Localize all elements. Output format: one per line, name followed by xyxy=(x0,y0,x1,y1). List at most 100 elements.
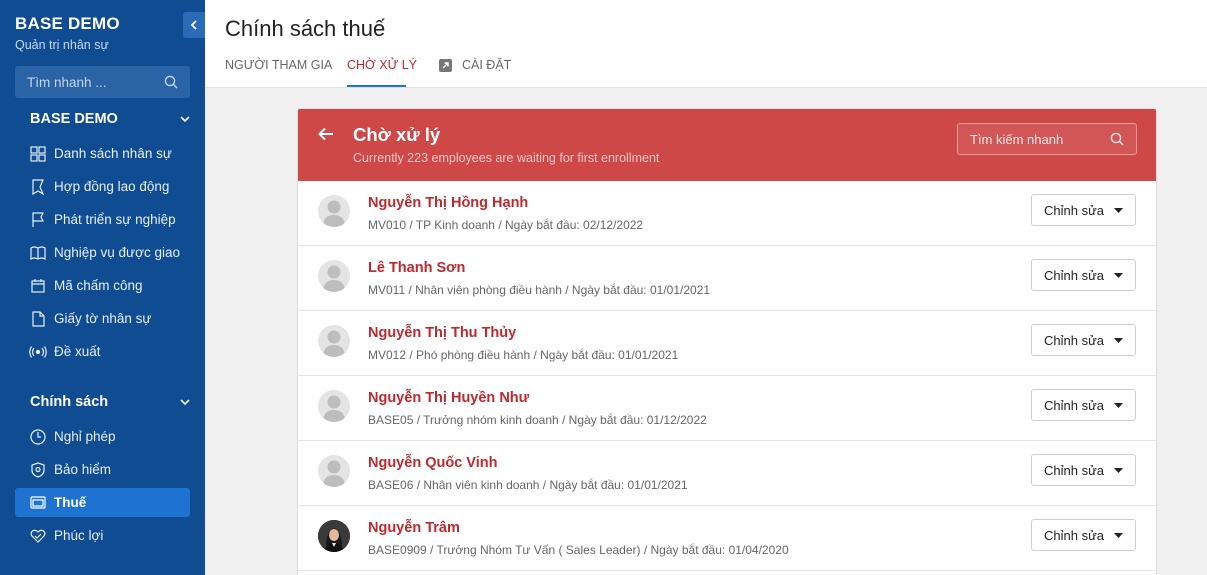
sidebar-item-label: Đề xuất xyxy=(54,344,101,359)
external-link-icon xyxy=(439,58,452,72)
collapse-sidebar-button[interactable] xyxy=(183,12,205,38)
page-header: Chính sách thuế NGƯỜI THAM GIA CHỜ XỬ LÝ… xyxy=(205,0,1207,88)
avatar xyxy=(318,325,350,357)
sidebar-item-career[interactable]: Phát triển sự nghiệp xyxy=(15,205,190,234)
sidebar-item-contracts[interactable]: Hợp đồng lao động xyxy=(15,172,190,201)
edit-dropdown-button[interactable]: Chỉnh sửa xyxy=(1031,389,1136,421)
tab-settings[interactable]: CÀI ĐẶT xyxy=(439,57,511,73)
sidebar-item-label: Thuế xyxy=(54,495,87,510)
sidebar-item-documents[interactable]: Giấy tờ nhân sự xyxy=(15,304,190,333)
edit-dropdown-button[interactable]: Chỉnh sửa xyxy=(1031,519,1136,551)
search-icon[interactable] xyxy=(164,75,178,89)
employee-name[interactable]: Nguyễn Quốc Vinh xyxy=(368,455,497,471)
employee-meta: BASE05 / Trưởng nhóm kinh doanh / Ngày b… xyxy=(368,413,707,427)
employee-name[interactable]: Nguyễn Trâm xyxy=(368,520,460,536)
calendar-icon xyxy=(29,277,47,295)
sidebar-item-assigned-tasks[interactable]: Nghiệp vụ được giao xyxy=(15,238,190,267)
employee-row: Nguyễn Quốc Vinh BASE06 / Nhân viên kinh… xyxy=(298,441,1156,506)
pending-search-input[interactable] xyxy=(970,131,1100,147)
sidebar-item-timekeeping-code[interactable]: Mã chấm công xyxy=(15,271,190,300)
employee-row: Lê Thanh Sơn MV011 / Nhân viên phòng điề… xyxy=(298,246,1156,311)
sidebar-item-insurance[interactable]: Bảo hiểm xyxy=(15,455,190,484)
avatar xyxy=(318,390,350,422)
sidebar-item-benefits[interactable]: Phúc lợi xyxy=(15,521,190,550)
pending-title: Chờ xử lý xyxy=(353,124,441,145)
section-policies[interactable]: Chính sách xyxy=(30,394,190,410)
employee-row: Nguyễn Thị Thu Thủy MV012 / Phó phòng đi… xyxy=(298,311,1156,376)
employee-row: Nguyễn Thị Huyền Như BASE05 / Trưởng nhó… xyxy=(298,376,1156,441)
flag-icon xyxy=(29,211,47,229)
bookmark-icon xyxy=(29,178,47,196)
tab-pending[interactable]: CHỜ XỬ LÝ xyxy=(347,57,417,73)
avatar xyxy=(318,455,350,487)
chevron-left-icon xyxy=(190,20,197,30)
employee-row: Nguyễn Thị Hồng Hạnh MV010 / TP Kinh doa… xyxy=(298,181,1156,246)
broadcast-icon xyxy=(29,343,47,361)
back-arrow-icon[interactable] xyxy=(318,127,334,141)
page-title: Chính sách thuế xyxy=(225,16,386,41)
section-base-demo[interactable]: BASE DEMO xyxy=(30,111,190,127)
employee-name[interactable]: Nguyễn Thị Thu Thủy xyxy=(368,325,516,341)
shield-icon xyxy=(29,461,47,479)
employee-row: Nguyễn Trâm BASE0909 / Trưởng Nhóm Tư Vấ… xyxy=(298,506,1156,571)
caret-down-icon xyxy=(1114,532,1124,538)
sidebar-item-label: Phát triển sự nghiệp xyxy=(54,212,176,227)
avatar xyxy=(318,520,350,552)
chevron-down-icon xyxy=(180,398,190,406)
search-icon[interactable] xyxy=(1110,132,1124,146)
sidebar-item-proposals[interactable]: Đề xuất xyxy=(15,337,190,366)
employee-name[interactable]: Nguyễn Thị Huyền Như xyxy=(368,390,529,406)
pending-search xyxy=(957,123,1137,155)
employee-meta: MV011 / Nhân viên phòng điều hành / Ngày… xyxy=(368,283,711,297)
tab-participants[interactable]: NGƯỜI THAM GIA xyxy=(225,57,332,73)
employee-name[interactable]: Nguyễn Thị Hồng Hạnh xyxy=(368,195,528,211)
sidebar-item-label: Giấy tờ nhân sự xyxy=(54,311,152,326)
edit-dropdown-button[interactable]: Chỉnh sửa xyxy=(1031,194,1136,226)
edit-label: Chỉnh sửa xyxy=(1044,397,1105,413)
sidebar: BASE DEMO Quản trị nhân sự BASE DEMO Dan… xyxy=(0,0,205,575)
avatar xyxy=(318,195,350,227)
edit-dropdown-button[interactable]: Chỉnh sửa xyxy=(1031,324,1136,356)
heart-icon xyxy=(29,527,47,545)
edit-dropdown-button[interactable]: Chỉnh sửa xyxy=(1031,259,1136,291)
sidebar-item-leave[interactable]: Nghỉ phép xyxy=(15,422,190,451)
caret-down-icon xyxy=(1114,467,1124,473)
employee-meta: BASE0909 / Trưởng Nhóm Tư Vấn ( Sales Le… xyxy=(368,543,789,557)
edit-label: Chỉnh sửa xyxy=(1044,332,1105,348)
tab-label: CÀI ĐẶT xyxy=(462,58,512,72)
brand-subtitle: Quản trị nhân sự xyxy=(15,38,109,52)
sidebar-item-label: Bảo hiểm xyxy=(54,462,112,477)
sidebar-item-label: Phúc lợi xyxy=(54,528,104,543)
pending-card-header: Chờ xử lý Currently 223 employees are wa… xyxy=(298,109,1156,181)
brand-title: BASE DEMO xyxy=(15,14,120,33)
sidebar-item-employee-list[interactable]: Danh sách nhân sự xyxy=(15,139,190,168)
sidebar-item-label: Nghỉ phép xyxy=(54,429,116,444)
edit-label: Chỉnh sửa xyxy=(1044,267,1105,283)
sidebar-item-label: Danh sách nhân sự xyxy=(54,146,172,161)
employee-meta: MV012 / Phó phòng điều hành / Ngày bắt đ… xyxy=(368,348,679,362)
active-tab-indicator xyxy=(347,85,406,87)
sidebar-search xyxy=(15,66,190,98)
pending-card: Chờ xử lý Currently 223 employees are wa… xyxy=(297,108,1157,575)
brand: BASE DEMO Quản trị nhân sự xyxy=(15,14,120,52)
chevron-down-icon xyxy=(180,115,190,123)
document-icon xyxy=(29,310,47,328)
employee-meta: BASE06 / Nhân viên kinh doanh / Ngày bắt… xyxy=(368,478,688,492)
sidebar-search-input[interactable] xyxy=(27,74,157,90)
edit-dropdown-button[interactable]: Chỉnh sửa xyxy=(1031,454,1136,486)
section-title: BASE DEMO xyxy=(30,111,118,127)
sidebar-item-label: Mã chấm công xyxy=(54,278,143,293)
clock-icon xyxy=(29,428,47,446)
employee-name[interactable]: Lê Thanh Sơn xyxy=(368,260,465,276)
caret-down-icon xyxy=(1114,207,1124,213)
sidebar-item-label: Hợp đồng lao động xyxy=(54,179,170,194)
pending-subtitle: Currently 223 employees are waiting for … xyxy=(353,151,660,165)
caret-down-icon xyxy=(1114,272,1124,278)
tab-label: CHỜ XỬ LÝ xyxy=(347,58,418,72)
sidebar-item-tax[interactable]: Thuế xyxy=(15,488,190,517)
edit-label: Chỉnh sửa xyxy=(1044,462,1105,478)
edit-label: Chỉnh sửa xyxy=(1044,202,1105,218)
section-title: Chính sách xyxy=(30,394,109,410)
caret-down-icon xyxy=(1114,337,1124,343)
avatar xyxy=(318,260,350,292)
